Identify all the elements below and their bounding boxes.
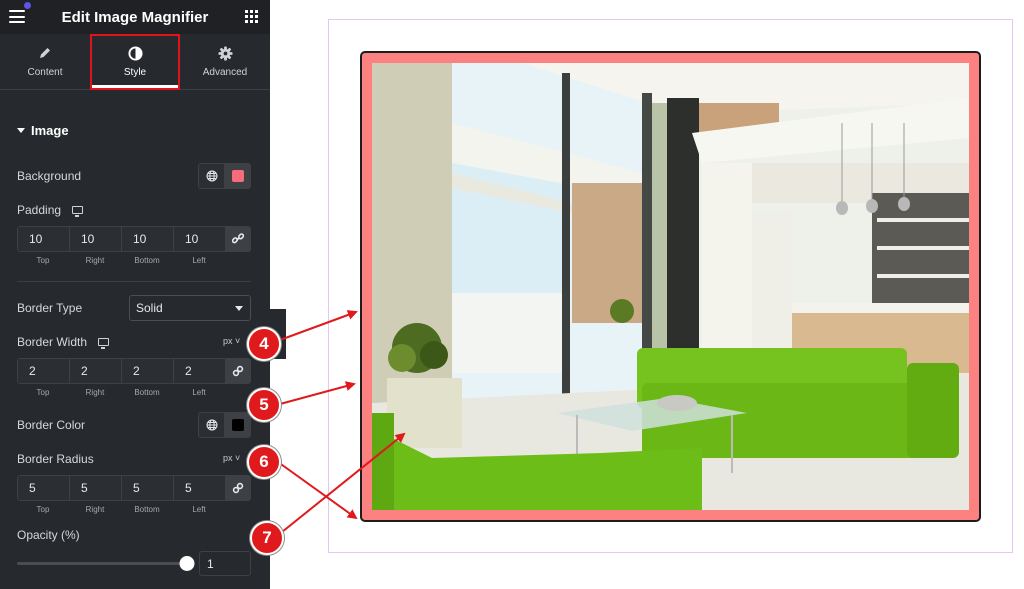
- annotation-arrows: [277, 310, 406, 533]
- callout-badge-6: 6: [247, 445, 281, 479]
- app-root: Edit Image Magnifier Content Style Advan…: [0, 0, 1024, 589]
- arrow-7: [281, 432, 406, 533]
- arrow-5: [279, 381, 356, 405]
- arrow-4: [279, 310, 358, 341]
- callout-badge-4: 4: [247, 327, 281, 361]
- arrow-6: [277, 461, 358, 520]
- callout-badge-7: 7: [250, 521, 284, 555]
- callout-badge-5: 5: [247, 388, 281, 422]
